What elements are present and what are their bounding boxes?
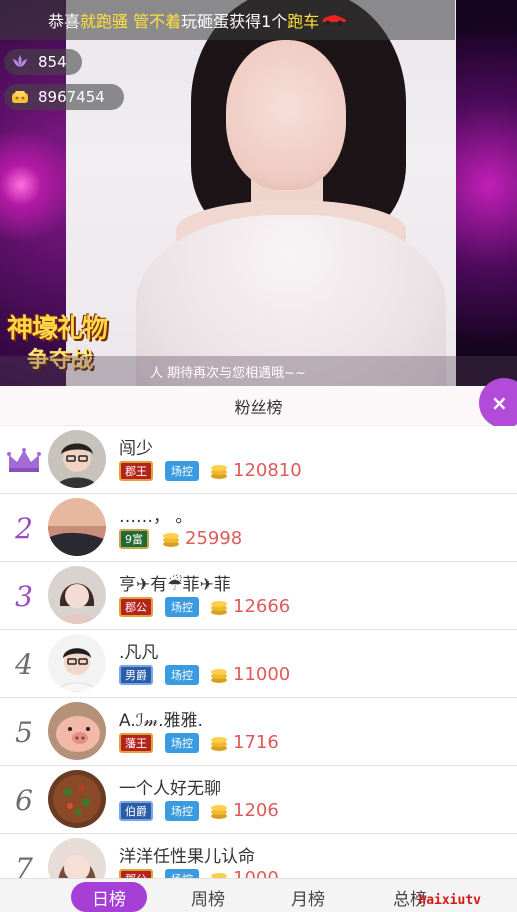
fan-name: 亨✈有☔菲✈菲 <box>119 575 231 595</box>
stage-light-right <box>447 0 517 386</box>
sports-car-icon <box>321 11 347 30</box>
contribution-amount: 12666 <box>233 596 291 617</box>
live-video[interactable]: 恭喜 就跑骚 管不着 玩砸蛋获得1个 跑车 854 8967454 神壕礼物 争… <box>0 0 517 386</box>
badge-group: 郡公 场控 12666 <box>119 596 290 617</box>
fans-count: 854 <box>38 53 67 71</box>
streamer-face <box>226 40 346 190</box>
badge-group: 9富 25998 <box>119 528 242 549</box>
list-item[interactable]: 闯少 郡王 场控 120810 <box>0 426 517 494</box>
moderator-badge: 场控 <box>165 460 199 481</box>
fans-counter[interactable]: 854 <box>4 49 82 75</box>
contribution-amount: 11000 <box>233 664 291 685</box>
level-badge: 男爵 <box>119 664 153 685</box>
list-item[interactable]: 7 洋洋任性果儿认命 郡公 场控 1000 <box>0 834 517 878</box>
promo-line1: 神壕礼物 <box>7 314 108 344</box>
stage-light-left <box>0 120 70 250</box>
coin-stack-icon <box>209 801 229 821</box>
ticker-middle: 玩砸蛋获得1个 <box>181 12 288 31</box>
avatar[interactable] <box>48 634 106 692</box>
fan-name: 一个人好无聊 <box>119 779 221 799</box>
farewell-message: 人 期待再次与您相遇哦~~ <box>0 356 517 386</box>
contribution-amount: 1000 <box>233 868 279 878</box>
moderator-badge: 场控 <box>165 800 199 821</box>
coin-stack-icon <box>209 869 229 878</box>
list-item[interactable]: 6 一个人好无聊 伯爵 场控 1206 <box>0 766 517 834</box>
level-badge: 郡公 <box>119 868 153 878</box>
moderator-badge: 场控 <box>165 596 199 617</box>
fan-name: A.ℐ𝓂.雅雅. <box>119 711 203 731</box>
level-badge: 伯爵 <box>119 800 153 821</box>
rank-number: 5 <box>15 715 33 749</box>
coin-stack-icon <box>209 597 229 617</box>
badge-group: 藩王 场控 1716 <box>119 732 279 753</box>
coin-stack-icon <box>209 461 229 481</box>
avatar[interactable] <box>48 702 106 760</box>
moderator-badge: 场控 <box>165 732 199 753</box>
badge-group: 郡王 场控 120810 <box>119 460 302 481</box>
list-item[interactable]: 2 ……， 。 9富 25998 <box>0 494 517 562</box>
list-item[interactable]: 4 .凡凡 男爵 场控 11000 <box>0 630 517 698</box>
contribution-amount: 25998 <box>185 528 243 549</box>
list-item[interactable]: 5 A.ℐ𝓂.雅雅. 藩王 场控 1716 <box>0 698 517 766</box>
avatar[interactable] <box>48 566 106 624</box>
close-icon: × <box>491 391 508 415</box>
badge-group: 伯爵 场控 1206 <box>119 800 279 821</box>
contribution-amount: 120810 <box>233 460 302 481</box>
level-badge: 郡王 <box>119 460 153 481</box>
ticker-user: 就跑骚 管不着 <box>80 12 182 31</box>
gift-ticker: 恭喜 就跑骚 管不着 玩砸蛋获得1个 跑车 <box>0 0 455 40</box>
rank-number: 3 <box>15 579 33 613</box>
contribution-amount: 1206 <box>233 800 279 821</box>
coin-stack-icon <box>161 529 181 549</box>
coin-stack-icon <box>209 733 229 753</box>
fan-name: 洋洋任性果儿认命 <box>119 847 255 867</box>
tab-monthly[interactable]: 月榜 <box>270 882 346 912</box>
moderator-badge: 场控 <box>165 664 199 685</box>
level-badge: 9富 <box>119 528 149 549</box>
rank-number: 6 <box>15 783 33 817</box>
rank-number: 4 <box>15 647 33 681</box>
rank-number: 7 <box>15 851 33 879</box>
gold-ingot-icon <box>10 87 30 107</box>
panel-title: 粉丝榜 <box>0 386 517 426</box>
coin-stack-icon <box>209 665 229 685</box>
fan-name: 闯少 <box>119 439 153 459</box>
crown-icon <box>0 426 48 494</box>
avatar[interactable] <box>48 430 106 488</box>
level-badge: 郡公 <box>119 596 153 617</box>
level-badge: 藩王 <box>119 732 153 753</box>
ticker-prize: 跑车 <box>287 12 320 31</box>
badge-group: 男爵 场控 11000 <box>119 664 290 685</box>
fan-name: .凡凡 <box>119 643 159 663</box>
badge-group: 郡公 场控 1000 <box>119 868 279 878</box>
fan-name: ……， 。 <box>119 507 193 527</box>
tab-daily[interactable]: 日榜 <box>71 882 147 912</box>
contribution-amount: 1716 <box>233 732 279 753</box>
avatar[interactable] <box>48 838 106 878</box>
watermark: haixiutv <box>418 893 481 908</box>
list-item[interactable]: 3 亨✈有☔菲✈菲 郡公 场控 12666 <box>0 562 517 630</box>
tab-weekly[interactable]: 周榜 <box>170 882 246 912</box>
coin-counter[interactable]: 8967454 <box>4 84 124 110</box>
coin-count: 8967454 <box>38 88 105 106</box>
ticker-prefix: 恭喜 <box>48 12 81 31</box>
avatar[interactable] <box>48 770 106 828</box>
avatar[interactable] <box>48 498 106 556</box>
rank-number: 2 <box>15 511 33 545</box>
moderator-badge: 场控 <box>165 868 199 878</box>
fan-ranking-list[interactable]: 闯少 郡王 场控 120810 2 ……， 。 9富 25998 3 亨✈有☔菲… <box>0 426 517 878</box>
lotus-icon <box>10 52 30 72</box>
